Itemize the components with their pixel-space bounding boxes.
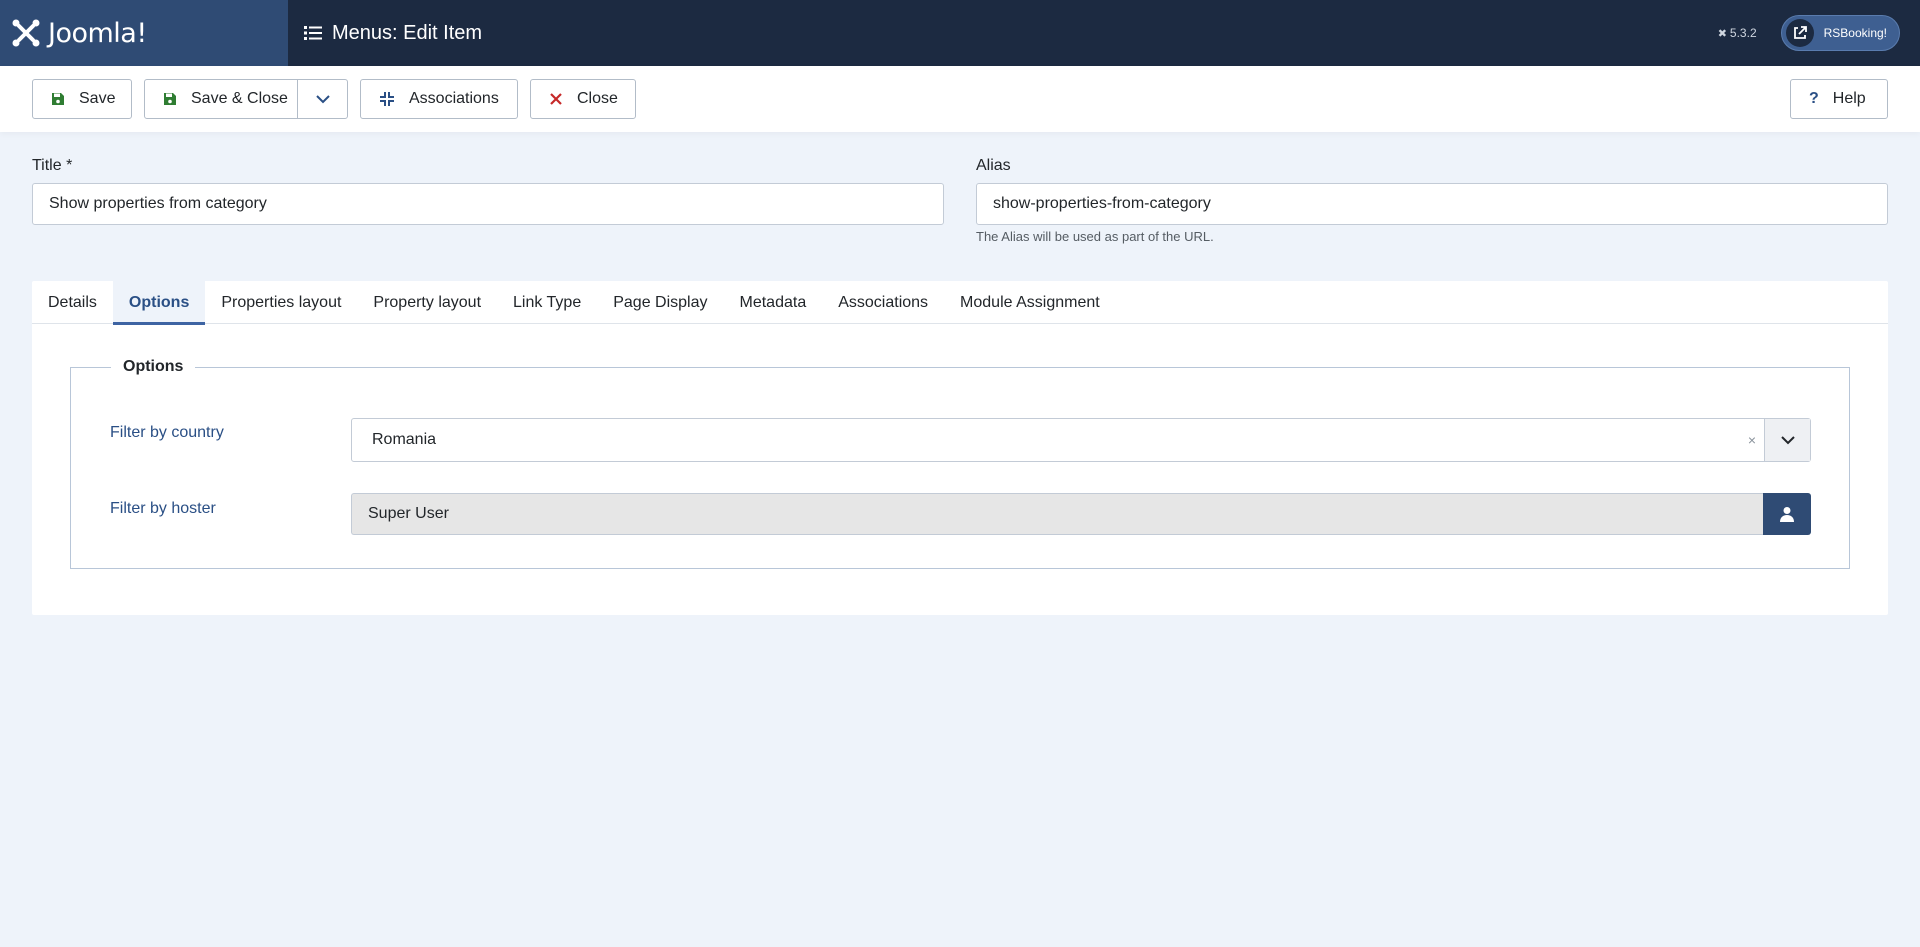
save-close-button[interactable]: Save & Close	[191, 90, 297, 108]
tab-associations[interactable]: Associations	[822, 281, 944, 324]
user-icon	[1780, 507, 1794, 522]
page-title: Menus: Edit Item	[304, 22, 482, 45]
tab-module-assignment[interactable]: Module Assignment	[944, 281, 1116, 324]
top-header: Joomla! Menus: Edit Item ✖ 5.3.2 RSBooki…	[0, 0, 1920, 66]
tab-properties-layout[interactable]: Properties layout	[205, 281, 357, 324]
title-label: Title *	[32, 157, 73, 174]
alias-hint: The Alias will be used as part of the UR…	[976, 229, 1214, 244]
list-icon	[304, 26, 322, 40]
version-text: 5.3.2	[1729, 26, 1757, 40]
site-link-label: RSBooking!	[1823, 26, 1887, 40]
save-button[interactable]: Save	[32, 79, 132, 119]
associations-button[interactable]: Associations	[360, 79, 518, 119]
site-link-button[interactable]: RSBooking!	[1780, 15, 1900, 51]
tab-bar: Details Options Properties layout Proper…	[32, 281, 1888, 325]
joomla-logo-icon	[12, 19, 40, 47]
options-legend: Options	[111, 358, 196, 376]
alias-label: Alias	[976, 157, 1011, 174]
save-close-group: Save & Close	[144, 79, 348, 119]
joomla-small-icon: ✖	[1717, 27, 1727, 40]
associations-label: Associations	[409, 90, 499, 107]
logo-text: Joomla!	[48, 17, 147, 49]
select-dropdown-toggle[interactable]	[1764, 419, 1810, 461]
question-icon: ?	[1809, 90, 1819, 107]
help-button[interactable]: ? Help	[1790, 79, 1888, 119]
tab-page-display[interactable]: Page Display	[597, 281, 723, 324]
save-options-dropdown[interactable]	[297, 80, 347, 118]
compress-icon	[379, 91, 395, 107]
save-label: Save	[79, 90, 116, 107]
save-close-icon	[163, 92, 177, 106]
select-user-button[interactable]	[1763, 493, 1811, 535]
title-value: Show properties from category	[49, 195, 267, 212]
help-label: Help	[1832, 90, 1866, 107]
filter-hoster-label: Filter by hoster	[110, 500, 216, 517]
filter-hoster-value: Super User	[351, 493, 1763, 535]
joomla-logo[interactable]: Joomla!	[0, 0, 288, 66]
close-button[interactable]: Close	[530, 79, 636, 119]
tab-details[interactable]: Details	[32, 281, 113, 324]
clear-selection-icon[interactable]: ×	[1740, 432, 1764, 448]
toolbar: Save Save & Close Associations Close ? H…	[0, 66, 1920, 132]
options-fieldset: Options Filter by country Romania × Filt…	[70, 358, 1850, 569]
filter-hoster-field: Super User	[351, 493, 1811, 535]
close-icon	[549, 92, 563, 106]
filter-country-value: Romania	[372, 431, 437, 448]
filter-country-label: Filter by country	[110, 424, 224, 441]
tab-metadata[interactable]: Metadata	[724, 281, 823, 324]
alias-input[interactable]: show-properties-from-category	[976, 183, 1888, 225]
save-icon	[51, 92, 65, 106]
filter-country-select[interactable]: Romania ×	[351, 418, 1811, 462]
tab-link-type[interactable]: Link Type	[497, 281, 597, 324]
chevron-down-icon	[1780, 436, 1795, 445]
close-label: Close	[577, 90, 618, 107]
external-link-icon	[1785, 19, 1814, 47]
alias-value: show-properties-from-category	[993, 195, 1211, 212]
page-title-text: Menus: Edit Item	[332, 21, 483, 44]
tab-options[interactable]: Options	[112, 281, 206, 325]
tab-property-layout[interactable]: Property layout	[357, 281, 497, 324]
title-input[interactable]: Show properties from category	[32, 183, 944, 225]
chevron-down-icon	[315, 95, 330, 104]
version-badge: ✖ 5.3.2	[1718, 26, 1757, 40]
edit-card: Details Options Properties layout Proper…	[32, 281, 1888, 615]
